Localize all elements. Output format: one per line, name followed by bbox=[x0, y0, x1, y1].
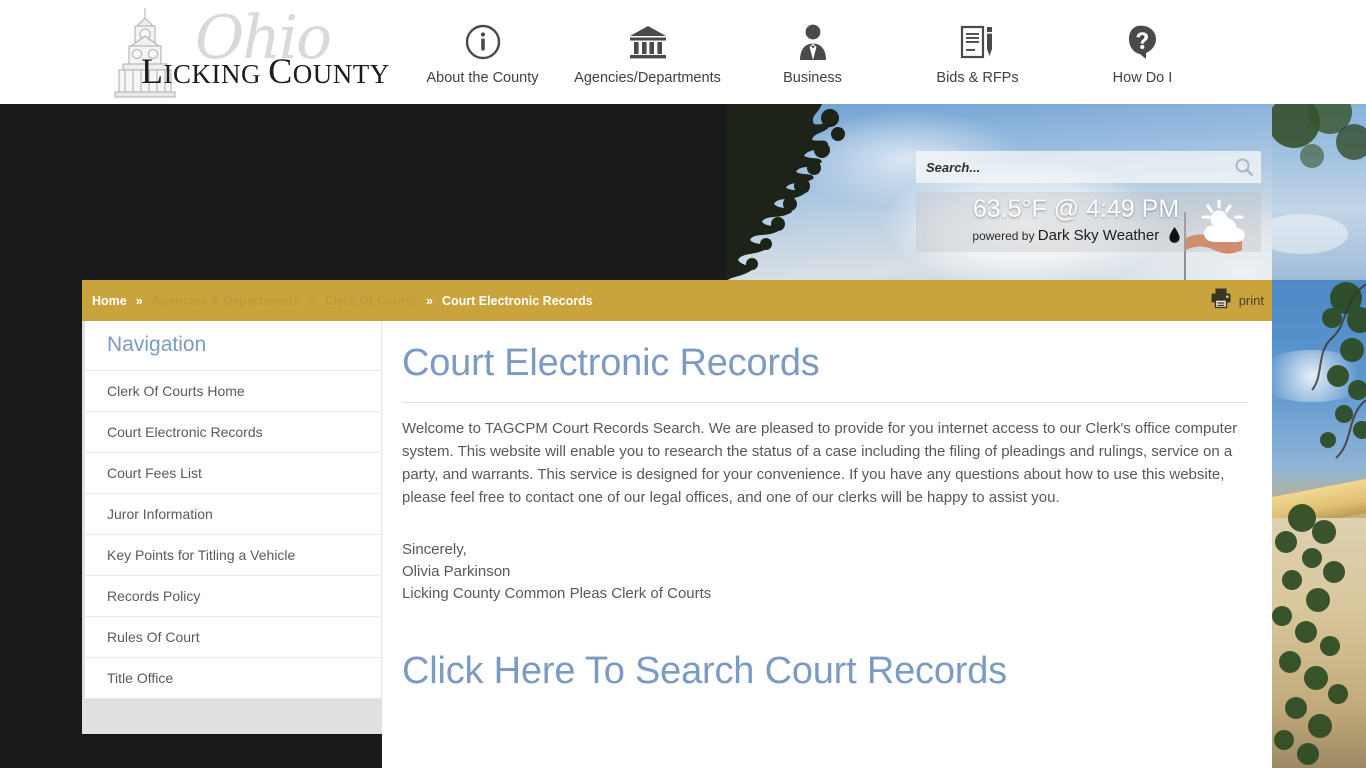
site-search[interactable] bbox=[916, 151, 1261, 183]
printer-icon bbox=[1210, 287, 1232, 314]
breadcrumb-item-agencies-departments[interactable]: Agencies & Departments bbox=[152, 294, 300, 308]
hero-tree-silhouette bbox=[726, 104, 876, 304]
title-divider bbox=[402, 401, 1248, 403]
sidebar-item-records-policy[interactable]: Records Policy bbox=[85, 576, 381, 617]
page-title: Court Electronic Records bbox=[402, 342, 820, 384]
primary-navigation: About the County Agencies/Departments Bu… bbox=[400, 20, 1225, 86]
weather-attribution: powered by Dark Sky Weather bbox=[956, 227, 1196, 246]
nav-label: How Do I bbox=[1112, 70, 1173, 86]
breadcrumb-item-home[interactable]: Home bbox=[92, 294, 127, 308]
search-input[interactable] bbox=[916, 159, 1227, 175]
tree-foliage-overlay bbox=[1272, 282, 1366, 765]
sidebar-item-clerk-of-courts-home[interactable]: Clerk Of Courts Home bbox=[85, 371, 381, 412]
weather-widget[interactable]: 63.5°F @ 4:49 PM powered by Dark Sky Wea… bbox=[916, 192, 1261, 252]
print-button[interactable]: print bbox=[1210, 280, 1264, 321]
weather-temperature: 63.5°F @ 4:49 PM bbox=[972, 195, 1180, 223]
signature-line-1: Sincerely, bbox=[402, 540, 467, 558]
sidebar-item-title-office[interactable]: Title Office bbox=[85, 658, 381, 698]
print-label: print bbox=[1238, 293, 1264, 308]
nav-item-how-do-i[interactable]: How Do I bbox=[1060, 20, 1225, 86]
breadcrumb-separator: » bbox=[426, 293, 433, 308]
signature-line-2: Olivia Parkinson bbox=[402, 562, 511, 580]
sidebar-item-juror-information[interactable]: Juror Information bbox=[85, 494, 381, 535]
nav-item-about-the-county[interactable]: About the County bbox=[400, 20, 565, 86]
signature-block: Sincerely, Olivia Parkinson Licking Coun… bbox=[402, 539, 1248, 605]
magnifier-icon[interactable] bbox=[1227, 157, 1261, 177]
sidebar-item-court-fees-list[interactable]: Court Fees List bbox=[85, 453, 381, 494]
content-shell: Navigation Clerk Of Courts Home Court El… bbox=[82, 311, 1272, 768]
sidebar-item-court-electronic-records[interactable]: Court Electronic Records bbox=[85, 412, 381, 453]
breadcrumb-item-clerk-of-courts[interactable]: Clerk Of Courts bbox=[325, 294, 417, 308]
breadcrumb-separator: » bbox=[308, 293, 316, 308]
nav-label: Business bbox=[783, 70, 842, 86]
main-content: Court Electronic Records Welcome to TAGC… bbox=[382, 311, 1272, 768]
sidebar-card: Navigation Clerk Of Courts Home Court El… bbox=[84, 321, 382, 699]
breadcrumb: Home » Agencies & Departments » Clerk Of… bbox=[92, 280, 593, 321]
nav-item-bids-rfps[interactable]: Bids & RFPs bbox=[895, 20, 1060, 86]
document-pen-icon bbox=[895, 20, 1060, 64]
businessman-icon bbox=[730, 20, 895, 64]
dark-sky-drop-icon bbox=[1168, 227, 1180, 246]
hero-right-photo-top bbox=[1272, 104, 1366, 280]
nav-label: Agencies/Departments bbox=[574, 70, 721, 86]
site-logo[interactable]: Ohio LICKING COUNTY bbox=[95, 4, 389, 100]
nav-label: Bids & RFPs bbox=[936, 70, 1019, 86]
sidebar-title: Navigation bbox=[85, 321, 381, 371]
logo-wordmark: LICKING COUNTY bbox=[141, 51, 390, 91]
site-header: Ohio LICKING COUNTY About the County Age… bbox=[0, 0, 1366, 104]
breadcrumb-item-current: Court Electronic Records bbox=[441, 293, 593, 308]
hero-right-photo-courthouse bbox=[1272, 280, 1366, 768]
search-court-records-link[interactable]: Click Here To Search Court Records bbox=[402, 650, 1007, 693]
intro-paragraph: Welcome to TAGCPM Court Records Search. … bbox=[402, 419, 1238, 506]
weather-provider: Dark Sky Weather bbox=[1037, 227, 1160, 244]
sidebar-item-rules-of-court[interactable]: Rules Of Court bbox=[85, 617, 381, 658]
question-mark-head-icon bbox=[1060, 20, 1225, 64]
breadcrumb-bar: Home » Agencies & Departments » Clerk Of… bbox=[82, 280, 1272, 321]
sidebar-navigation: Navigation Clerk Of Courts Home Court El… bbox=[82, 321, 384, 734]
breadcrumb-separator: » bbox=[135, 293, 143, 308]
sidebar-item-key-points-titling-vehicle[interactable]: Key Points for Titling a Vehicle bbox=[85, 535, 381, 576]
weather-powered-prefix: powered by bbox=[972, 229, 1038, 243]
info-circle-icon bbox=[400, 20, 565, 64]
bank-building-icon bbox=[565, 20, 730, 64]
signature-line-3: Licking County Common Pleas Clerk of Cou… bbox=[402, 584, 712, 602]
nav-label: About the County bbox=[426, 70, 539, 86]
page-root: Ohio LICKING COUNTY About the County Age… bbox=[0, 0, 1366, 768]
nav-item-agencies-departments[interactable]: Agencies/Departments bbox=[565, 20, 730, 86]
nav-item-business[interactable]: Business bbox=[730, 20, 895, 86]
partly-cloudy-icon bbox=[1195, 198, 1257, 253]
